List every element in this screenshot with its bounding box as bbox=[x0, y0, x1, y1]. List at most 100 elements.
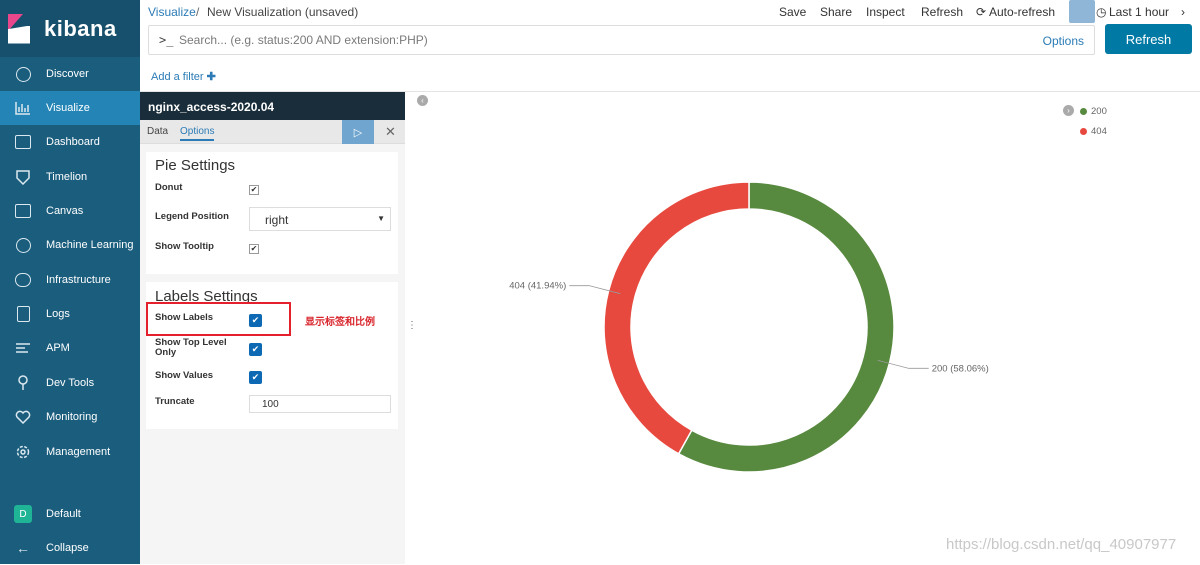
legend-position-label: Legend Position bbox=[155, 211, 229, 222]
top-nav: Visualize / New Visualization (unsaved) … bbox=[140, 0, 1200, 24]
search-input[interactable] bbox=[179, 30, 999, 50]
editor-tabs: Data Options ▷ ✕ bbox=[140, 120, 405, 144]
gear-icon bbox=[0, 444, 46, 460]
pie-slice-404[interactable] bbox=[603, 181, 750, 455]
arrow-left-icon: ← bbox=[16, 540, 30, 556]
sidebar: kibana Discover Visualize Dashboard Time… bbox=[0, 0, 140, 564]
sidebar-item-label: Machine Learning bbox=[46, 239, 134, 251]
sidebar-item-label: Discover bbox=[46, 68, 89, 80]
wrench-icon bbox=[0, 375, 46, 391]
annotation-highlight-box bbox=[146, 302, 291, 336]
legend-position-select[interactable]: right ▼ bbox=[249, 207, 391, 231]
slice-data-label: 404 (41.94%) bbox=[509, 281, 566, 292]
sidebar-item-discover[interactable]: Discover bbox=[0, 57, 140, 91]
save-button[interactable]: Save bbox=[779, 5, 806, 19]
sidebar-item-dashboard[interactable]: Dashboard bbox=[0, 125, 140, 159]
breadcrumb-separator: / bbox=[196, 5, 200, 19]
sidebar-item-monitoring[interactable]: Monitoring bbox=[0, 400, 140, 434]
sidebar-item-management[interactable]: Management bbox=[0, 435, 140, 469]
sidebar-item-label: Dev Tools bbox=[46, 377, 95, 389]
sidebar-item-label: Canvas bbox=[46, 205, 84, 217]
pie-settings-title: Pie Settings bbox=[155, 157, 236, 174]
sidebar-item-label: Monitoring bbox=[46, 411, 98, 423]
sidebar-item-label: Timelion bbox=[46, 171, 88, 183]
search-options-link[interactable]: Options bbox=[1043, 34, 1084, 48]
watermark: https://blog.csdn.net/qq_40907977 bbox=[946, 536, 1177, 553]
index-pattern-title: nginx_access-2020.04 bbox=[140, 92, 405, 120]
refresh-menu-button[interactable]: Refresh bbox=[921, 5, 963, 19]
visualization-canvas: ‹ › 200 404 200 (58.06%) 404 (41.94%) bbox=[414, 92, 1200, 564]
annotation-text: 显示标签和比例 bbox=[305, 317, 375, 328]
kibana-logo-icon bbox=[8, 13, 38, 44]
donut-checkbox[interactable]: ✔ bbox=[249, 185, 259, 195]
show-tooltip-label: Show Tooltip bbox=[155, 241, 214, 252]
time-range-button[interactable]: Last 1 hour bbox=[1109, 5, 1169, 19]
refresh-icon: ⟳ bbox=[976, 5, 987, 19]
heartbeat-icon bbox=[0, 410, 46, 424]
truncate-input[interactable]: 100 bbox=[249, 395, 391, 413]
logs-icon bbox=[0, 306, 46, 322]
query-prompt-icon: >_ bbox=[159, 33, 174, 47]
sidebar-item-canvas[interactable]: Canvas bbox=[0, 194, 140, 228]
chart-icon bbox=[0, 101, 46, 115]
apm-icon bbox=[0, 342, 46, 354]
pie-slice-200[interactable] bbox=[677, 181, 895, 473]
discard-changes-button[interactable]: ✕ bbox=[376, 120, 405, 144]
clock-icon: ◷ bbox=[1096, 5, 1107, 19]
show-values-checkbox[interactable]: ✔ bbox=[249, 371, 262, 384]
sidebar-item-label: Management bbox=[46, 446, 111, 458]
space-badge: D bbox=[14, 505, 32, 523]
sidebar-item-label: Visualize bbox=[46, 102, 90, 114]
space-label: Default bbox=[46, 508, 81, 520]
shield-icon bbox=[0, 169, 46, 185]
auto-refresh-button[interactable]: Auto-refresh bbox=[989, 5, 1055, 19]
sidebar-item-dev-tools[interactable]: Dev Tools bbox=[0, 366, 140, 400]
breadcrumb-current: New Visualization (unsaved) bbox=[207, 5, 359, 19]
inspect-button[interactable]: Inspect bbox=[866, 5, 905, 19]
compass-icon bbox=[0, 66, 46, 82]
ml-icon bbox=[0, 237, 46, 253]
show-top-level-label: Show Top Level Only bbox=[155, 337, 227, 358]
breadcrumb-visualize[interactable]: Visualize bbox=[148, 5, 196, 19]
share-button[interactable]: Share bbox=[820, 5, 852, 19]
play-icon: ▷ bbox=[353, 126, 363, 139]
sidebar-item-visualize[interactable]: Visualize bbox=[0, 91, 140, 125]
donut-label: Donut bbox=[155, 182, 183, 193]
pie-chart: 200 (58.06%) 404 (41.94%) bbox=[509, 181, 989, 473]
refresh-button[interactable]: Refresh bbox=[1105, 24, 1192, 54]
show-values-label: Show Values bbox=[155, 370, 214, 381]
sidebar-item-infrastructure[interactable]: Infrastructure bbox=[0, 263, 140, 297]
collapse-button[interactable]: ← Collapse bbox=[0, 531, 140, 565]
tab-options[interactable]: Options bbox=[180, 126, 215, 141]
collapse-label: Collapse bbox=[46, 542, 89, 554]
sidebar-item-timelion[interactable]: Timelion bbox=[0, 160, 140, 194]
cloud-icon bbox=[0, 273, 46, 287]
truncate-label: Truncate bbox=[155, 396, 195, 407]
dashboard-icon bbox=[0, 135, 46, 149]
space-selector[interactable]: D Default bbox=[0, 497, 140, 531]
tab-data[interactable]: Data bbox=[147, 126, 168, 137]
sidebar-item-label: APM bbox=[46, 342, 70, 354]
sidebar-item-label: Infrastructure bbox=[46, 274, 111, 286]
plus-icon: ✚ bbox=[206, 71, 216, 83]
chevron-right-icon[interactable]: › bbox=[1181, 5, 1185, 19]
timepicker-toggle-icon[interactable] bbox=[1069, 0, 1095, 23]
show-top-level-checkbox[interactable]: ✔ bbox=[249, 343, 262, 356]
query-bar: >_ Options Refresh bbox=[140, 24, 1200, 62]
close-icon: ✕ bbox=[385, 124, 396, 139]
sidebar-item-machine-learning[interactable]: Machine Learning bbox=[0, 228, 140, 262]
kibana-brand[interactable]: kibana bbox=[0, 0, 140, 57]
canvas-icon bbox=[0, 204, 46, 218]
slice-data-label: 200 (58.06%) bbox=[932, 363, 989, 374]
search-box: >_ Options bbox=[148, 25, 1095, 55]
add-filter-link[interactable]: Add a filter ✚ bbox=[151, 70, 216, 83]
filter-bar: Add a filter ✚ bbox=[140, 62, 1200, 92]
pie-settings-panel: Pie Settings Donut ✔ Legend Position rig… bbox=[146, 152, 398, 274]
sidebar-item-logs[interactable]: Logs bbox=[0, 297, 140, 331]
sidebar-item-apm[interactable]: APM bbox=[0, 331, 140, 365]
brand-name: kibana bbox=[44, 15, 117, 41]
show-tooltip-checkbox[interactable]: ✔ bbox=[249, 244, 259, 254]
apply-changes-button[interactable]: ▷ bbox=[342, 120, 374, 144]
sidebar-item-label: Dashboard bbox=[46, 136, 100, 148]
sidebar-item-label: Logs bbox=[46, 308, 70, 320]
